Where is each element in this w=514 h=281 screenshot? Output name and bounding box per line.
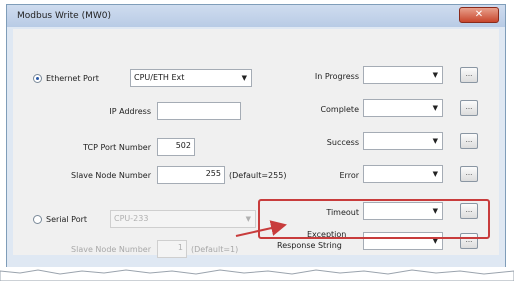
serial-port-label: Serial Port [46,215,88,224]
torn-edge [0,267,514,281]
tcp-port-field[interactable]: 502 [157,138,195,156]
title-bar: Modbus Write (MW0) ✕ [7,5,505,27]
tcp-port-label: TCP Port Number [83,143,151,152]
ip-address-field[interactable] [157,102,241,120]
slave-node-field[interactable]: 255 [157,166,225,184]
in-progress-select[interactable]: ▼ [363,66,443,84]
close-button[interactable]: ✕ [459,7,499,23]
in-progress-browse-button[interactable]: ... [460,67,478,83]
success-label: Success [326,138,359,147]
chevron-down-icon: ▼ [241,74,247,82]
serial-slave-node-field[interactable]: 1 [157,240,187,258]
complete-select[interactable]: ▼ [363,99,443,117]
serial-port-radio[interactable] [33,215,42,224]
chevron-down-icon: ▼ [432,170,438,178]
serial-port-selected: CPU-233 [114,214,149,223]
success-select[interactable]: ▼ [363,132,443,150]
complete-browse-button[interactable]: ... [460,100,478,116]
serial-port-select[interactable]: CPU-233 ▼ [110,210,256,228]
serial-slave-node-default: (Default=1) [191,245,239,254]
chevron-down-icon: ▼ [432,104,438,112]
chevron-down-icon: ▼ [245,215,251,223]
slave-node-label: Slave Node Number [71,171,151,180]
ethernet-port-label: Ethernet Port [46,74,99,83]
in-progress-label: In Progress [314,72,359,81]
error-label: Error [339,171,360,180]
exception-label-line2: Response String [277,241,342,250]
error-browse-button[interactable]: ... [460,166,478,182]
error-select[interactable]: ▼ [363,165,443,183]
ip-address-label: IP Address [109,107,151,116]
chevron-down-icon: ▼ [432,71,438,79]
ethernet-port-radio[interactable] [33,74,42,83]
chevron-down-icon: ▼ [432,137,438,145]
ethernet-port-select[interactable]: CPU/ETH Ext ▼ [130,69,252,87]
complete-label: Complete [320,105,359,114]
slave-node-default: (Default=255) [229,171,287,180]
serial-slave-node-label: Slave Node Number [71,245,151,254]
window-title: Modbus Write (MW0) [17,11,111,21]
ethernet-port-selected: CPU/ETH Ext [134,73,185,82]
exception-highlight-box [258,199,490,239]
success-browse-button[interactable]: ... [460,133,478,149]
